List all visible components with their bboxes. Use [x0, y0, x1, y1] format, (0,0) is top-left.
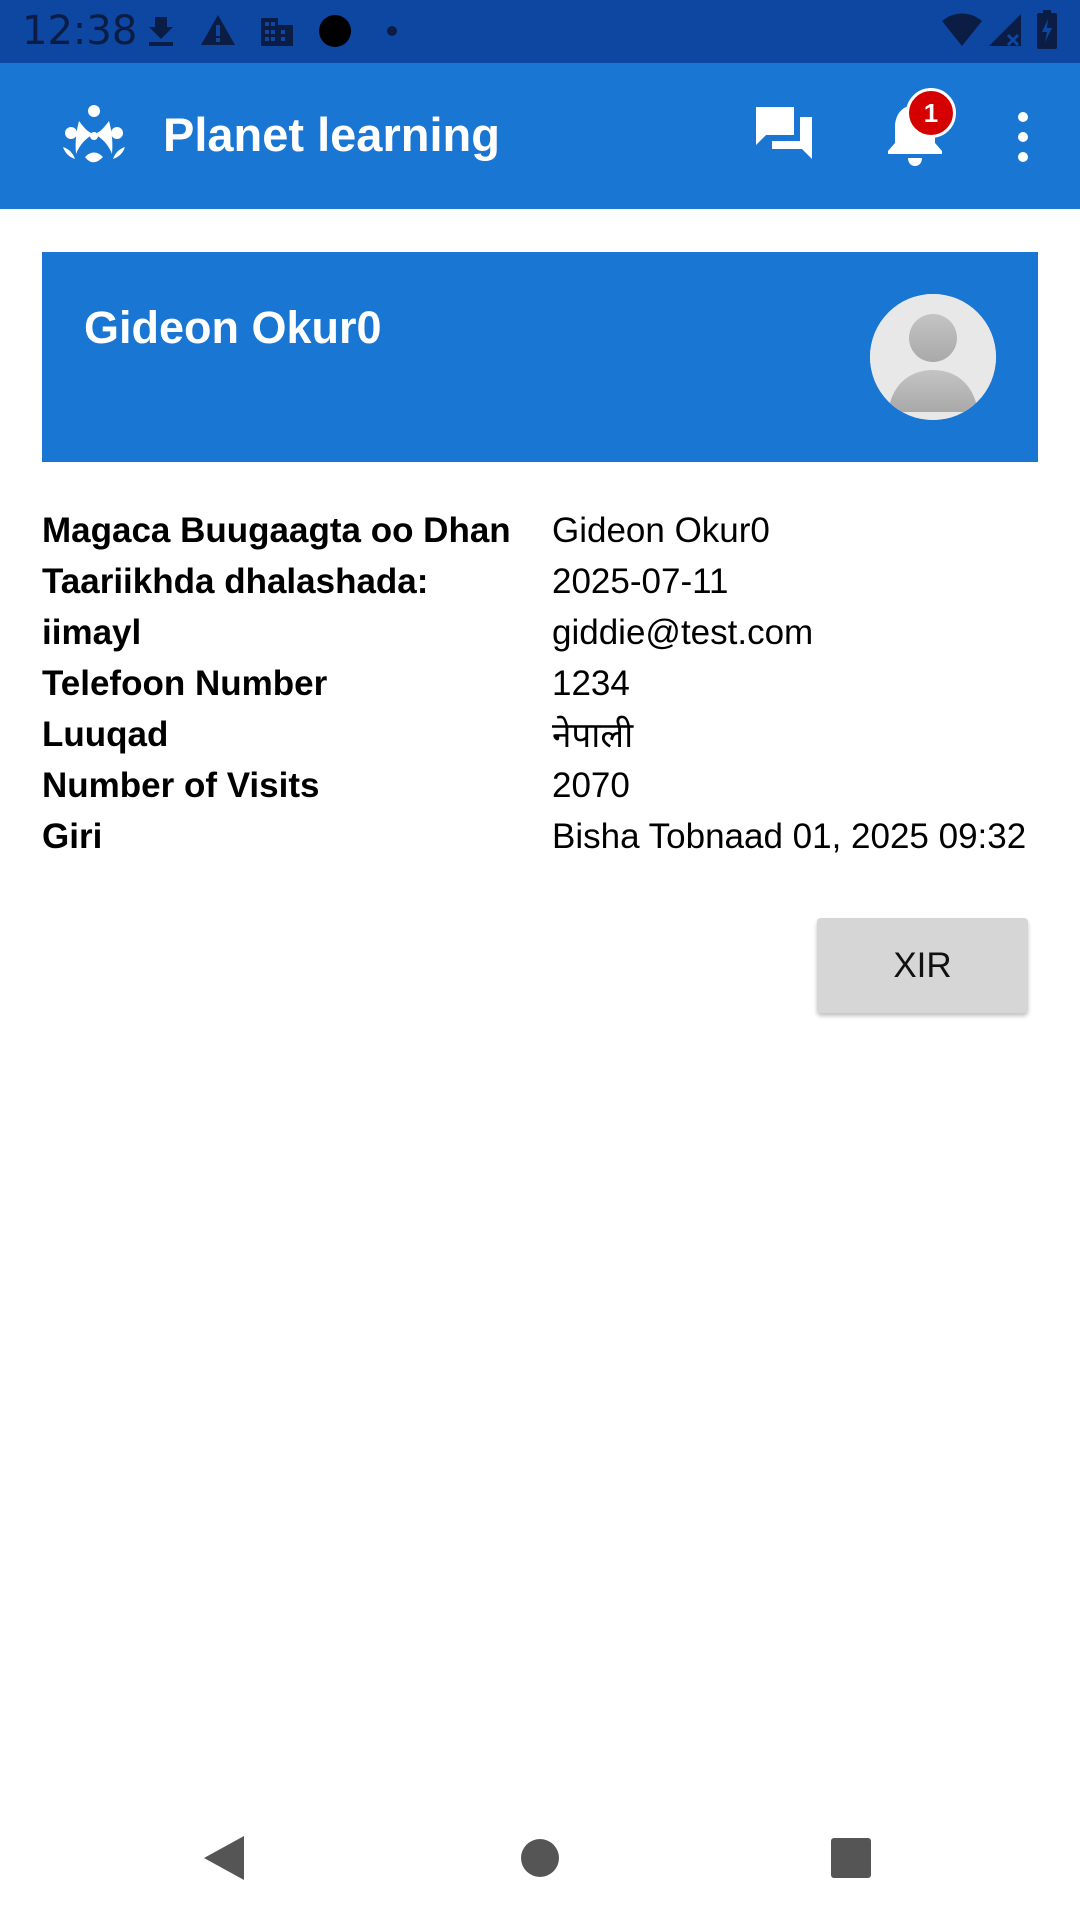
detail-value: 1234: [552, 663, 630, 703]
warning-icon: [201, 15, 235, 45]
avatar-placeholder-icon: [870, 294, 996, 420]
status-bar: 12:38: [0, 0, 1080, 63]
profile-details: Magaca Buugaagta oo Dhan Gideon Okur0 Ta…: [42, 505, 1038, 862]
detail-value: giddie@test.com: [552, 612, 814, 652]
status-time: 12:38: [22, 8, 138, 54]
detail-label: Magaca Buugaagta oo Dhan: [42, 510, 511, 550]
system-nav-bar: [0, 1800, 1080, 1920]
detail-value: नेपाली: [552, 716, 634, 755]
detail-value: Gideon Okur0: [552, 510, 770, 550]
home-icon[interactable]: [520, 1838, 560, 1878]
detail-row-last-login: Giri Bisha Tobnaad 01, 2025 09:32: [42, 811, 1038, 862]
app-bar: Planet learning 1: [0, 63, 1080, 209]
building-icon: [261, 18, 293, 46]
app-title: Planet learning: [163, 108, 500, 161]
detail-row-phone: Telefoon Number 1234: [42, 658, 1038, 709]
detail-value: 2070: [552, 765, 630, 805]
more-vert-icon[interactable]: [1008, 107, 1038, 167]
detail-row-language: Luuqad नेपाली: [42, 709, 1038, 760]
detail-row-name: Magaca Buugaagta oo Dhan Gideon Okur0: [42, 505, 1038, 556]
detail-row-email: iimayl giddie@test.com: [42, 607, 1038, 658]
notification-badge: 1: [906, 88, 956, 138]
detail-value: Bisha Tobnaad 01, 2025 09:32: [552, 816, 1027, 856]
small-dot-icon: [387, 26, 397, 36]
download-icon: [149, 17, 173, 46]
battery-icon: [1037, 10, 1057, 49]
wifi-icon: [942, 13, 982, 46]
profile-name: Gideon Okur0: [84, 302, 382, 353]
detail-row-visits: Number of Visits 2070: [42, 760, 1038, 811]
detail-label: Giri: [42, 816, 103, 856]
planet-learning-logo: [63, 105, 125, 163]
record-dot-icon: [319, 15, 351, 47]
profile-header: Gideon Okur0: [42, 252, 1038, 462]
detail-row-birthdate: Taariikhda dhalashada: 2025-07-11: [42, 556, 1038, 607]
detail-label: Telefoon Number: [42, 663, 328, 703]
detail-value: 2025-07-11: [552, 561, 729, 601]
signal-icon: [989, 14, 1021, 47]
detail-label: Taariikhda dhalashada:: [42, 561, 429, 601]
detail-label: Luuqad: [42, 714, 169, 754]
chat-icon[interactable]: [752, 103, 816, 167]
detail-label: iimayl: [42, 612, 142, 652]
detail-label: Number of Visits: [42, 765, 320, 805]
back-icon[interactable]: [202, 1834, 246, 1882]
close-button[interactable]: XIR: [817, 918, 1028, 1013]
recents-icon[interactable]: [830, 1837, 872, 1879]
avatar: [870, 294, 996, 420]
